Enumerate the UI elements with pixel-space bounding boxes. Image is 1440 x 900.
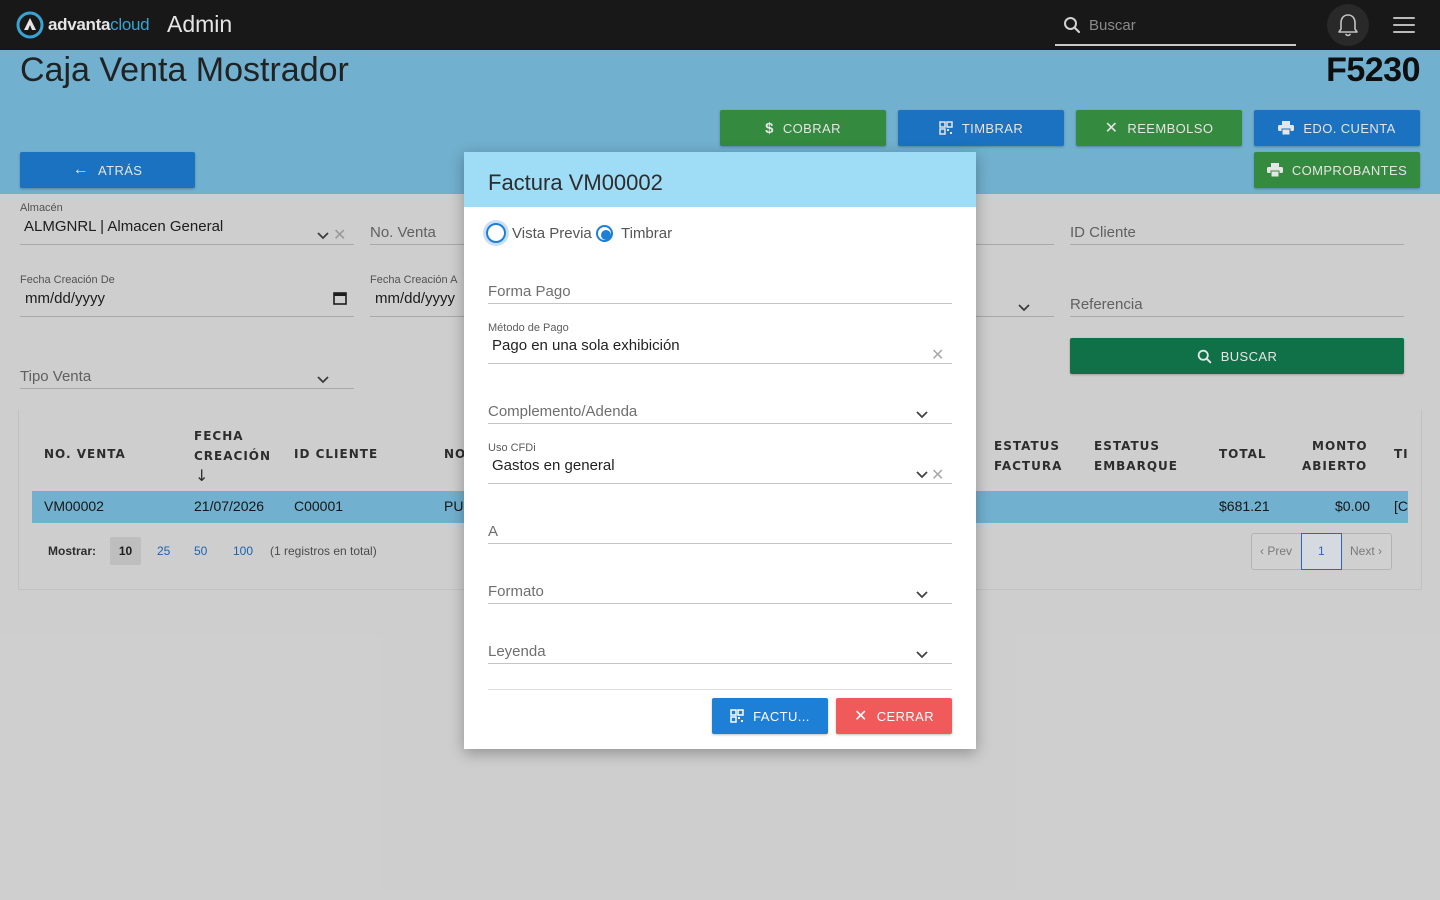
formato-placeholder: Formato xyxy=(488,583,544,600)
cerrar-button[interactable]: ✕ CERRAR xyxy=(836,698,952,734)
factura-modal: Factura VM00002 Vista Previa Timbrar For… xyxy=(464,152,976,749)
modal-title: Factura VM00002 xyxy=(488,170,663,195)
clear-icon[interactable]: ✕ xyxy=(931,467,944,483)
modal-footer-divider xyxy=(488,689,952,690)
metodo-pago-label: Método de Pago xyxy=(488,322,569,334)
metodo-pago-value: Pago en una sola exhibición xyxy=(492,337,680,354)
vista-previa-label[interactable]: Vista Previa xyxy=(512,225,592,242)
chevron-down-icon[interactable] xyxy=(915,648,929,662)
uso-cfdi-value: Gastos en general xyxy=(492,457,615,474)
a-placeholder: A xyxy=(488,523,499,540)
qr-code-icon xyxy=(730,709,744,723)
a-field[interactable] xyxy=(488,516,952,544)
timbrar-radio[interactable] xyxy=(596,225,613,242)
clear-icon[interactable]: ✕ xyxy=(931,347,944,363)
chevron-down-icon[interactable] xyxy=(915,408,929,422)
facturar-button[interactable]: FACTU... xyxy=(712,698,828,734)
vista-previa-radio[interactable] xyxy=(486,223,506,243)
uso-cfdi-label: Uso CFDi xyxy=(488,442,536,454)
leyenda-placeholder: Leyenda xyxy=(488,643,546,660)
close-icon: ✕ xyxy=(853,708,868,725)
chevron-down-icon[interactable] xyxy=(915,468,929,482)
timbrar-label[interactable]: Timbrar xyxy=(621,225,672,242)
formato-select[interactable] xyxy=(488,576,952,604)
complemento-adenda-placeholder: Complemento/Adenda xyxy=(488,403,638,420)
chevron-down-icon[interactable] xyxy=(915,588,929,602)
forma-pago-placeholder: Forma Pago xyxy=(488,283,571,300)
leyenda-select[interactable] xyxy=(488,636,952,664)
